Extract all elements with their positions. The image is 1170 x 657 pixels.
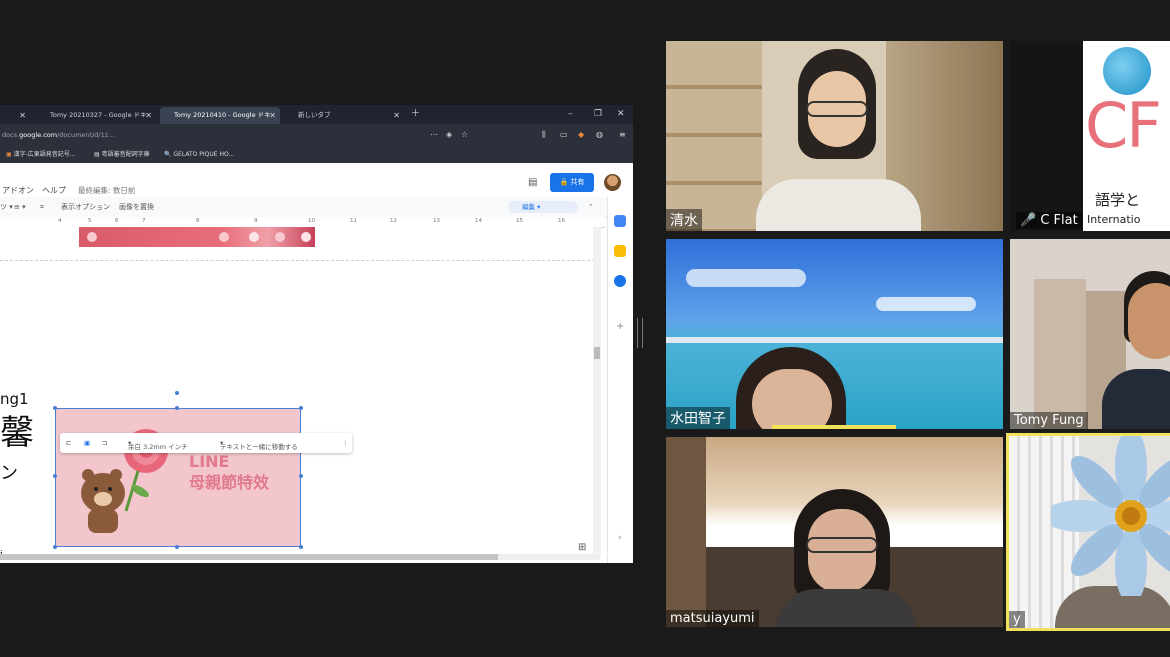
vertical-scrollbar[interactable] (593, 227, 601, 557)
explore-icon[interactable]: ⊞ (578, 542, 586, 553)
resize-handle[interactable] (175, 406, 179, 410)
close-window-icon[interactable]: ✕ (617, 107, 625, 122)
share-button[interactable]: 🔒 共有 (550, 173, 594, 192)
header-banner-image (79, 227, 315, 247)
crop-icon[interactable]: ⌗ (40, 201, 44, 213)
tab-partial[interactable]: ✕ (0, 107, 30, 124)
menu-icon[interactable]: ≡ (619, 128, 626, 142)
active-speaker-indicator (772, 425, 896, 429)
video-tile-tomy[interactable]: Tomy Fung (1010, 239, 1170, 429)
resize-handle[interactable] (53, 406, 57, 410)
shared-screen: ✕ Tomy 20210327 - Google ドキ ✕ Tomy 20210… (0, 105, 633, 563)
tasks-icon[interactable] (614, 275, 626, 287)
participant-name: Tomy Fung (1010, 412, 1088, 429)
globe-icon (1103, 47, 1151, 95)
keep-icon[interactable] (614, 245, 626, 257)
sidebar-icon[interactable]: ▭ (560, 128, 568, 142)
bookmark-item[interactable]: 🔍 GELATO PIQUE HO... (164, 146, 234, 163)
position-selector[interactable]: テキストと一緒に移動する ▾ (220, 437, 298, 451)
bookmark-item[interactable]: ▤ 粤語審音配詞字庫 (94, 146, 150, 163)
tab-tomy-0327[interactable]: Tomy 20210327 - Google ドキ ✕ (36, 107, 156, 124)
participant-name: matsuiayumi (666, 610, 759, 627)
address-input[interactable]: docs.google.com/document/d/1z... (0, 128, 427, 142)
tab-tomy-0410[interactable]: Tomy 20210410 - Google ドキ ✕ (160, 107, 280, 124)
resize-handle[interactable] (299, 545, 303, 549)
resize-handle[interactable] (299, 474, 303, 478)
side-panel: + › (607, 197, 633, 563)
margin-selector[interactable]: 余白 3.2mm インチ ▾ (128, 437, 188, 451)
docs-menubar: アドオン ヘルプ 最終編集: 数日前 ▤ 🔒 共有 (0, 163, 633, 197)
flower-icon (1051, 436, 1170, 596)
menu-help[interactable]: ヘルプ (42, 185, 66, 196)
close-icon[interactable]: ✕ (393, 107, 400, 124)
video-tile-matsui[interactable]: matsuiayumi (666, 437, 1003, 627)
glasses (806, 101, 868, 117)
toolbar-item[interactable]: ≡ ▾ (14, 201, 26, 213)
wrap-text-icon[interactable]: ▣ (84, 437, 90, 449)
bookmark-icon: ▤ (94, 151, 100, 158)
browser-tabbar: ✕ Tomy 20210327 - Google ドキ ✕ Tomy 20210… (0, 105, 633, 124)
toolbar-item[interactable]: ツ ▾ (0, 201, 13, 213)
resize-handle[interactable] (53, 474, 57, 478)
video-tile-mizuta[interactable]: 水田智子 (666, 239, 1003, 429)
search-icon: 🔍 (164, 151, 172, 158)
chevron-up-icon[interactable]: ⌃ (588, 201, 594, 213)
image-options-button[interactable]: 表示オプション (61, 201, 110, 213)
document-page[interactable]: ng1 馨 ン i (0, 227, 600, 560)
image-inline-toolbar: ⊏ ▣ ⊐ 余白 3.2mm インチ ▾ テキストと一緒に移動する ▾ ⋮ (60, 433, 352, 453)
star-icon[interactable]: ☆ (461, 128, 468, 142)
video-tile-cflat[interactable]: CF 語学と Internatio 🎤 C Flat (1010, 41, 1170, 231)
resize-handle[interactable] (299, 406, 303, 410)
library-icon[interactable]: ⫼ (542, 128, 546, 142)
docs-toolbar: ツ ▾ ≡ ▾ ⌗ 表示オプション 画像を置換 編集 ▾ ⌃ (0, 197, 633, 218)
add-addon-icon[interactable]: + (616, 321, 624, 332)
bridge (666, 337, 1003, 343)
wrap-inline-icon[interactable]: ⊏ (66, 437, 71, 449)
line-mothers-day-image[interactable]: LINE 母親節特效 (53, 406, 303, 549)
extension-icon[interactable]: ◆ (578, 128, 584, 142)
last-edit-label[interactable]: 最終編集: 数日前 (78, 185, 135, 196)
doc-text-fragment: 馨 (0, 413, 34, 453)
comment-icon[interactable]: ▤ (528, 177, 537, 188)
horizontal-scrollbar[interactable] (0, 554, 600, 560)
tab-new[interactable]: 新しいタブ ✕ (284, 107, 404, 124)
more-icon[interactable]: ⋯ (430, 128, 438, 142)
more-options-icon[interactable]: ⋮ (342, 437, 349, 449)
minimize-icon[interactable]: – (568, 107, 573, 122)
url-bar: docs.google.com/document/d/1z... ⋯ ◈ ☆ ⫼… (0, 124, 633, 146)
replace-image-button[interactable]: 画像を置換 (119, 201, 154, 213)
close-icon[interactable]: ✕ (145, 107, 152, 124)
participant-name: 水田智子 (666, 407, 730, 429)
close-icon[interactable]: ✕ (269, 107, 276, 124)
break-text-icon[interactable]: ⊐ (102, 437, 107, 449)
doc-text-fragment: ン (0, 463, 18, 484)
glasses (806, 537, 878, 553)
image-caption: LINE 母親節特效 (189, 452, 270, 492)
lock-icon: 🔒 (559, 178, 569, 186)
mic-muted-icon: 🎤 (1020, 213, 1037, 228)
close-icon[interactable]: ✕ (19, 107, 26, 124)
video-tile-y[interactable]: y (1006, 433, 1170, 631)
participant-name: 🎤 C Flat (1016, 212, 1082, 229)
panel-resize-handle[interactable] (637, 318, 643, 348)
edit-mode-selector[interactable]: 編集 ▾ (508, 201, 578, 213)
new-tab-icon[interactable]: ＋ (411, 107, 420, 122)
bookmark-item[interactable]: ▣ 漢字-広東語発音記号... (6, 146, 75, 163)
calendar-icon[interactable] (614, 215, 626, 227)
account-icon[interactable]: ◍ (596, 128, 603, 142)
bookmarks-bar: ▣ 漢字-広東語発音記号... ▤ 粤語審音配詞字庫 🔍 GELATO PIQU… (0, 146, 633, 164)
chevron-right-icon[interactable]: › (618, 533, 622, 543)
menu-addons[interactable]: アドオン (2, 185, 34, 196)
shield-icon[interactable]: ◈ (446, 128, 452, 142)
participant-name: y (1009, 611, 1025, 628)
resize-handle[interactable] (175, 545, 179, 549)
maximize-icon[interactable]: ❐ (594, 107, 602, 122)
cflat-logo: CF 語学と Internatio (1083, 41, 1170, 231)
resize-handle[interactable] (53, 545, 57, 549)
rotate-handle[interactable] (175, 391, 179, 395)
bookmark-icon: ▣ (6, 151, 12, 158)
participant-name: 清水 (666, 209, 702, 231)
video-tile-shimizu[interactable]: 清水 (666, 41, 1003, 231)
avatar[interactable] (604, 174, 621, 191)
